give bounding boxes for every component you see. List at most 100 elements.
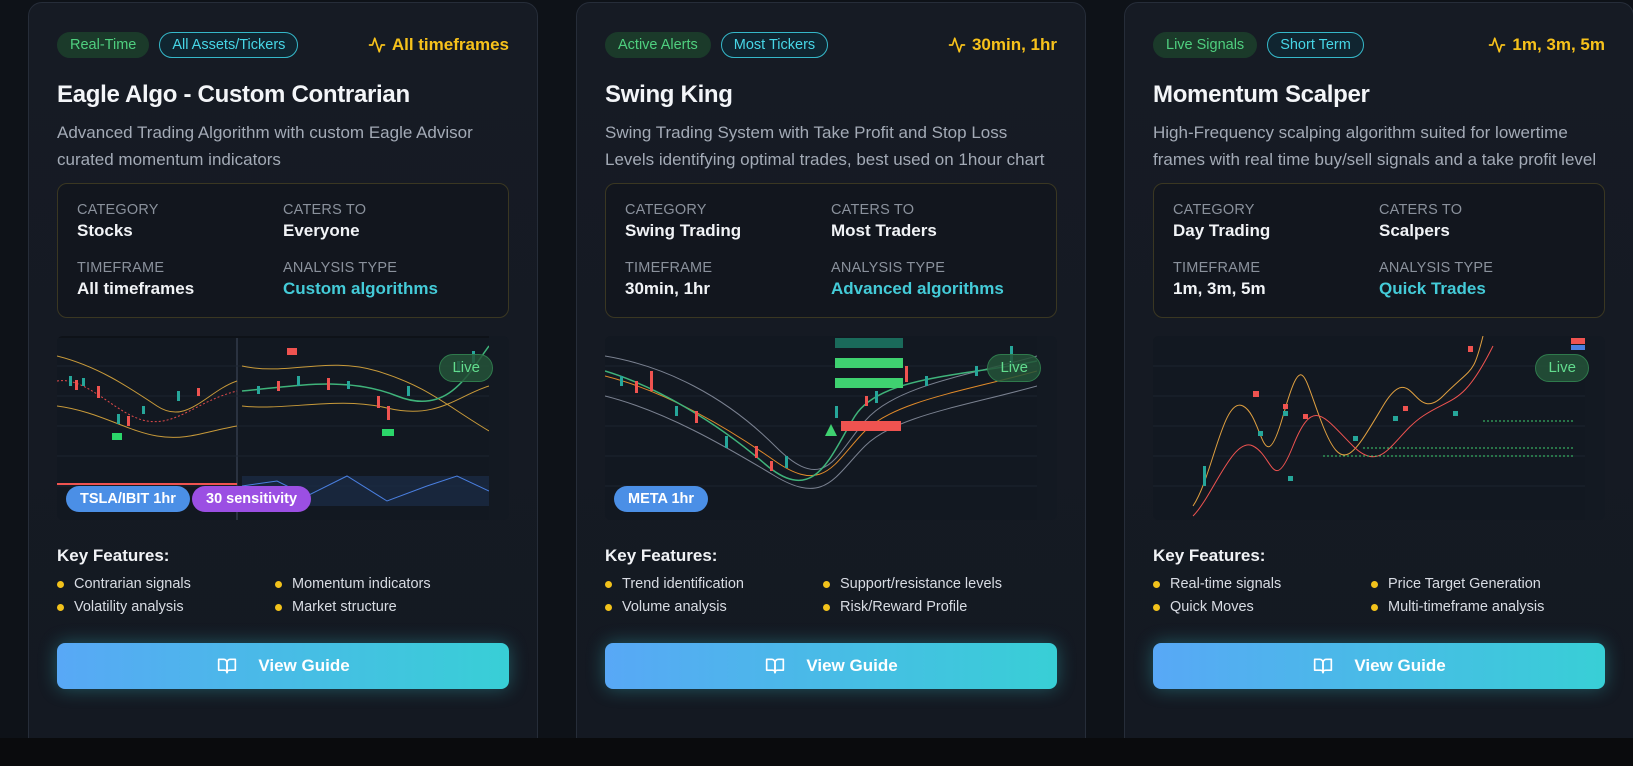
list-item: Volatility analysis bbox=[57, 599, 275, 615]
sensitivity-pill: 30 sensitivity bbox=[192, 486, 312, 512]
info-box: CATEGORY Stocks CATERS TO Everyone TIMEFRA… bbox=[57, 183, 509, 318]
bullet-icon bbox=[1371, 603, 1378, 611]
card-title: Swing King bbox=[605, 81, 733, 108]
info-value: Quick Trades bbox=[1379, 279, 1486, 298]
view-guide-button[interactable]: View Guide bbox=[1153, 643, 1605, 689]
algo-cards: Real-Time All Assets/Tickers All timefra… bbox=[28, 0, 1633, 766]
view-guide-button[interactable]: View Guide bbox=[605, 643, 1057, 689]
feature-label: Real-time signals bbox=[1170, 576, 1282, 592]
key-features-title: Key Features: bbox=[57, 546, 170, 565]
list-item: Trend identification bbox=[605, 576, 823, 592]
algo-card-eagle: Real-Time All Assets/Tickers All timefra… bbox=[28, 2, 538, 766]
view-guide-label: View Guide bbox=[258, 656, 350, 675]
info-analysis: ANALYSIS TYPE Custom algorithms bbox=[283, 260, 490, 299]
book-open-icon bbox=[218, 658, 237, 674]
info-timeframe: TIMEFRAME 30min, 1hr bbox=[625, 260, 831, 299]
timeframe-badge-label: 30min, 1hr bbox=[971, 35, 1057, 54]
feature-label: Quick Moves bbox=[1170, 599, 1254, 615]
card-title: Eagle Algo - Custom Contrarian bbox=[57, 81, 410, 108]
feature-label: Momentum indicators bbox=[292, 576, 431, 592]
timeframe-badge: All timeframes bbox=[368, 35, 509, 55]
list-item: Contrarian signals bbox=[57, 576, 275, 592]
bullet-icon bbox=[57, 603, 64, 611]
bullet-icon bbox=[275, 580, 282, 588]
info-label: TIMEFRAME bbox=[77, 260, 165, 276]
live-badge: Live bbox=[439, 354, 493, 382]
info-label: CATEGORY bbox=[77, 202, 159, 218]
live-badge: Live bbox=[987, 354, 1041, 382]
list-item: Quick Moves bbox=[1153, 599, 1371, 615]
key-features-list: Real-time signals Price Target Generatio… bbox=[1153, 576, 1605, 615]
info-label: CATERS TO bbox=[1379, 202, 1463, 218]
card-title: Momentum Scalper bbox=[1153, 81, 1370, 108]
timeframe-badge: 30min, 1hr bbox=[948, 35, 1057, 55]
info-label: TIMEFRAME bbox=[625, 260, 713, 276]
info-value: Day Trading bbox=[1173, 221, 1271, 240]
list-item: Multi-timeframe analysis bbox=[1371, 599, 1605, 615]
info-value: 30min, 1hr bbox=[625, 279, 711, 298]
info-caters: CATERS TO Everyone bbox=[283, 202, 490, 241]
info-value: Custom algorithms bbox=[283, 279, 438, 298]
feature-label: Volume analysis bbox=[622, 599, 727, 615]
card-badges: Live Signals Short Term 1m, 3m, 5m bbox=[1153, 31, 1605, 59]
info-value: Scalpers bbox=[1379, 221, 1450, 240]
card-description: Swing Trading System with Take Profit an… bbox=[605, 123, 1045, 169]
info-value: All timeframes bbox=[77, 279, 195, 298]
chart-preview: Live META 1hr bbox=[605, 336, 1057, 520]
badge-assets: All Assets/Tickers bbox=[159, 32, 299, 58]
chart-preview: Live bbox=[1153, 336, 1605, 520]
timeframe-badge-label: 1m, 3m, 5m bbox=[1512, 35, 1605, 54]
algo-card-swing-king: Active Alerts Most Tickers 30min, 1hr Sw… bbox=[576, 2, 1086, 766]
info-label: CATERS TO bbox=[831, 202, 915, 218]
list-item: Volume analysis bbox=[605, 599, 823, 615]
info-value: Most Traders bbox=[831, 221, 937, 240]
list-item: Risk/Reward Profile bbox=[823, 599, 1057, 615]
view-guide-label: View Guide bbox=[806, 656, 898, 675]
key-features-list: Contrarian signals Momentum indicators V… bbox=[57, 576, 509, 615]
key-features-list: Trend identification Support/resistance … bbox=[605, 576, 1057, 615]
bullet-icon bbox=[605, 603, 612, 611]
chart-image bbox=[1153, 336, 1585, 520]
page-footer-bar bbox=[0, 738, 1633, 766]
info-value: Swing Trading bbox=[625, 221, 742, 240]
info-label: TIMEFRAME bbox=[1173, 260, 1261, 276]
badge-most-tickers: Most Tickers bbox=[720, 32, 829, 58]
feature-label: Volatility analysis bbox=[74, 599, 184, 615]
feature-label: Trend identification bbox=[622, 576, 744, 592]
bullet-icon bbox=[1153, 603, 1160, 611]
view-guide-button[interactable]: View Guide bbox=[57, 643, 509, 689]
info-value: Everyone bbox=[283, 221, 360, 240]
info-caters: CATERS TO Most Traders bbox=[831, 202, 1038, 241]
feature-label: Price Target Generation bbox=[1388, 576, 1541, 592]
card-description: High-Frequency scalping algorithm suited… bbox=[1153, 123, 1597, 169]
bullet-icon bbox=[1371, 580, 1378, 588]
feature-label: Multi-timeframe analysis bbox=[1388, 599, 1545, 615]
info-label: ANALYSIS TYPE bbox=[1379, 260, 1494, 276]
chart-preview: Live TSLA/IBIT 1hr 30 sensitivity bbox=[57, 336, 509, 520]
timeframe-badge: 1m, 3m, 5m bbox=[1488, 35, 1605, 55]
info-box: CATEGORY Swing Trading CATERS TO Most Trad… bbox=[605, 183, 1057, 318]
feature-label: Market structure bbox=[292, 599, 397, 615]
info-label: ANALYSIS TYPE bbox=[831, 260, 946, 276]
feature-label: Contrarian signals bbox=[74, 576, 191, 592]
feature-label: Risk/Reward Profile bbox=[840, 599, 968, 615]
info-box: CATEGORY Day Trading CATERS TO Scalpers TI… bbox=[1153, 183, 1605, 318]
info-analysis: ANALYSIS TYPE Advanced algorithms bbox=[831, 260, 1038, 299]
key-features-title: Key Features: bbox=[605, 546, 718, 565]
card-badges: Real-Time All Assets/Tickers All timefra… bbox=[57, 31, 509, 59]
bullet-icon bbox=[275, 603, 282, 611]
ticker-pill: META 1hr bbox=[614, 486, 709, 512]
info-category: CATEGORY Swing Trading bbox=[625, 202, 831, 241]
feature-label: Support/resistance levels bbox=[840, 576, 1002, 592]
info-value: Advanced algorithms bbox=[831, 279, 1004, 298]
info-value: Stocks bbox=[77, 221, 133, 240]
info-caters: CATERS TO Scalpers bbox=[1379, 202, 1586, 241]
info-label: CATEGORY bbox=[625, 202, 707, 218]
activity-icon bbox=[948, 37, 966, 53]
info-label: CATERS TO bbox=[283, 202, 367, 218]
info-category: CATEGORY Stocks bbox=[77, 202, 283, 241]
live-badge: Live bbox=[1535, 354, 1589, 382]
card-description: Advanced Trading Algorithm with custom E… bbox=[57, 123, 473, 169]
info-label: CATEGORY bbox=[1173, 202, 1255, 218]
algo-card-momentum-scalper: Live Signals Short Term 1m, 3m, 5m Momen… bbox=[1124, 2, 1633, 766]
